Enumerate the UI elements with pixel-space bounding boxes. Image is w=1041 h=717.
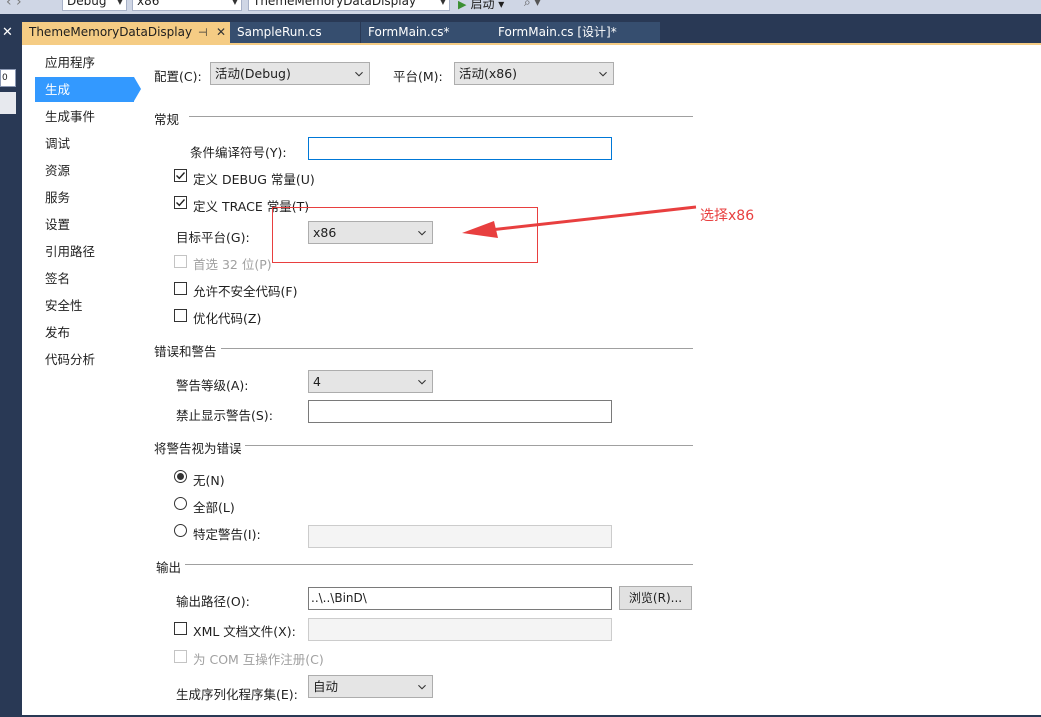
checkmark-icon — [176, 199, 186, 207]
section-divider — [185, 564, 693, 565]
xml-doc-input[interactable] — [308, 618, 612, 641]
section-divider — [221, 348, 693, 349]
chevron-down-icon: ▼ — [439, 0, 446, 6]
pin-icon[interactable]: ⊣ — [198, 22, 208, 43]
treat-all-label: 全部(L) — [193, 500, 235, 515]
warning-level-select[interactable]: 4 — [308, 370, 433, 393]
chevron-down-icon — [599, 71, 607, 77]
cond-symbols-input[interactable] — [308, 137, 612, 160]
nav-item-resources[interactable]: 资源 — [35, 158, 134, 183]
target-platform-label: 目标平台(G): — [176, 230, 250, 245]
checkmark-icon — [176, 172, 186, 180]
section-errors-title: 错误和警告 — [154, 344, 217, 359]
back-forward-icon[interactable]: ‹ › — [6, 0, 22, 10]
start-button[interactable]: ▶ 启动 ▾ — [458, 0, 504, 12]
nav-item-application[interactable]: 应用程序 — [35, 50, 134, 75]
tab-formmain-designer[interactable]: FormMain.cs [设计]* — [491, 22, 660, 43]
define-trace-checkbox[interactable] — [174, 196, 187, 209]
nav-item-security[interactable]: 安全性 — [35, 293, 134, 318]
optimize-checkbox[interactable] — [174, 309, 187, 322]
tab-samplerun[interactable]: SampleRun.cs — [230, 22, 360, 43]
chevron-down-icon: ▼ — [116, 0, 123, 6]
close-icon[interactable]: ✕ — [2, 25, 13, 40]
suppress-warnings-label: 禁止显示警告(S): — [176, 408, 273, 423]
xml-doc-checkbox[interactable] — [174, 622, 187, 635]
chevron-down-icon — [418, 379, 426, 385]
tab-formmain-code[interactable]: FormMain.cs* — [361, 22, 491, 43]
suppress-warnings-input[interactable] — [308, 400, 612, 423]
output-path-label: 输出路径(O): — [176, 594, 250, 609]
radio-dot — [177, 473, 184, 480]
define-debug-checkbox[interactable] — [174, 169, 187, 182]
tab-project-properties[interactable]: ThemeMemoryDataDisplay ⊣ ✕ — [22, 22, 232, 43]
allow-unsafe-label: 允许不安全代码(F) — [193, 284, 298, 299]
strip-combo[interactable]: 0 — [0, 69, 16, 87]
solution-platform-combo[interactable]: x86 ▼ — [132, 0, 242, 11]
section-divider — [189, 116, 693, 117]
nav-item-services[interactable]: 服务 — [35, 185, 134, 210]
annotation-arrow-icon — [462, 205, 697, 238]
prefer32-label: 首选 32 位(P) — [193, 257, 272, 272]
section-treat-warnings-title: 将警告视为错误 — [154, 441, 242, 456]
serialization-label: 生成序列化程序集(E): — [176, 687, 298, 702]
platform-label: 平台(M): — [393, 69, 443, 84]
config-select[interactable]: 活动(Debug) — [210, 62, 370, 85]
section-output-title: 输出 — [156, 560, 182, 575]
nav-item-build-events[interactable]: 生成事件 — [35, 104, 134, 129]
strip-panel — [0, 92, 16, 114]
close-icon[interactable]: ✕ — [216, 22, 226, 43]
startup-project-combo[interactable]: ThemeMemoryDataDisplay ▼ — [248, 0, 450, 11]
nav-item-reference-paths[interactable]: 引用路径 — [35, 239, 134, 264]
document-tabs: ThemeMemoryDataDisplay ⊣ ✕ SampleRun.cs … — [22, 22, 1041, 43]
define-debug-label: 定义 DEBUG 常量(U) — [193, 172, 315, 187]
section-divider — [245, 445, 693, 446]
platform-select[interactable]: 活动(x86) — [454, 62, 614, 85]
section-general-title: 常规 — [154, 112, 180, 127]
nav-item-publish[interactable]: 发布 — [35, 320, 134, 345]
com-interop-label: 为 COM 互操作注册(C) — [193, 652, 324, 667]
cond-symbols-label: 条件编译符号(Y): — [190, 145, 287, 160]
specific-warnings-input[interactable] — [308, 525, 612, 548]
treat-all-radio[interactable] — [174, 497, 187, 510]
xml-doc-label: XML 文档文件(X): — [193, 624, 296, 639]
warning-level-label: 警告等级(A): — [176, 378, 249, 393]
optimize-label: 优化代码(Z) — [193, 311, 262, 326]
nav-item-debug[interactable]: 调试 — [35, 131, 134, 156]
treat-none-label: 无(N) — [193, 473, 225, 488]
chevron-down-icon — [418, 684, 426, 690]
com-interop-checkbox[interactable] — [174, 650, 187, 663]
play-icon: ▶ — [458, 0, 467, 11]
treat-specific-label: 特定警告(I): — [193, 527, 261, 542]
serialization-select[interactable]: 自动 — [308, 675, 433, 698]
output-path-input[interactable]: ..\..\BinD\ — [308, 587, 612, 610]
nav-item-build[interactable]: 生成 — [35, 77, 141, 102]
config-label: 配置(C): — [154, 69, 202, 84]
find-icon[interactable]: ⌕ ▾ — [524, 0, 541, 10]
chevron-down-icon: ▼ — [231, 0, 238, 6]
properties-page: 应用程序 生成 生成事件 调试 资源 服务 设置 引用路径 签名 安全性 发布 … — [22, 45, 1041, 715]
toolbar: ‹ › Debug ▼ x86 ▼ ThemeMemoryDataDisplay ▼ … — [0, 0, 1041, 14]
treat-none-radio[interactable] — [174, 470, 187, 483]
chevron-down-icon — [355, 71, 363, 77]
nav-item-settings[interactable]: 设置 — [35, 212, 134, 237]
nav-item-signing[interactable]: 签名 — [35, 266, 134, 291]
browse-button[interactable]: 浏览(R)... — [619, 586, 692, 610]
allow-unsafe-checkbox[interactable] — [174, 282, 187, 295]
prefer32-checkbox[interactable] — [174, 255, 187, 268]
left-tool-strip: ✕ 0 — [0, 22, 20, 717]
annotation-label: 选择x86 — [700, 208, 755, 224]
property-nav: 应用程序 生成 生成事件 调试 资源 服务 设置 引用路径 签名 安全性 发布 … — [22, 45, 141, 715]
solution-config-combo[interactable]: Debug ▼ — [62, 0, 127, 11]
nav-item-code-analysis[interactable]: 代码分析 — [35, 347, 134, 372]
treat-specific-radio[interactable] — [174, 524, 187, 537]
